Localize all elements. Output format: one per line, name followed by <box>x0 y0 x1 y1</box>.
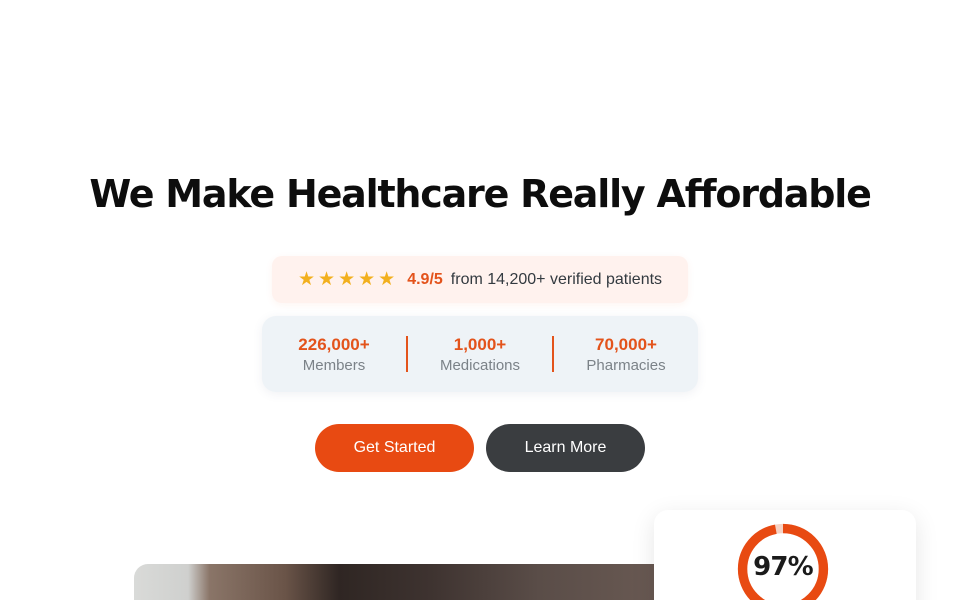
stat-medications: 1,000+ Medications <box>408 335 552 374</box>
stat-label: Pharmacies <box>586 356 666 374</box>
star-icon: ★ <box>318 268 336 290</box>
stat-value: 70,000+ <box>595 334 657 354</box>
satisfaction-percent: 97% <box>753 552 814 582</box>
stat-value: 1,000+ <box>453 334 507 354</box>
satisfaction-card: 97% <box>654 510 916 600</box>
stat-label: Medications <box>439 356 521 374</box>
star-rating: ★ ★ ★ ★ ★ <box>298 270 395 289</box>
get-started-button[interactable]: Get Started <box>315 424 474 472</box>
stat-members: 226,000+ Members <box>262 335 406 374</box>
stats-card: 226,000+ Members 1,000+ Medications 70,0… <box>262 316 698 392</box>
learn-more-button[interactable]: Learn More <box>486 424 645 472</box>
star-icon: ★ <box>378 268 396 290</box>
hero-photo <box>134 564 674 600</box>
stat-label: Members <box>302 356 366 374</box>
rating-badge: ★ ★ ★ ★ ★ 4.9/5 from 14,200+ verified pa… <box>272 256 688 303</box>
stat-value: 226,000+ <box>298 334 370 354</box>
star-icon: ★ <box>297 268 316 290</box>
star-icon: ★ <box>358 268 376 290</box>
rating-description: from 14,200+ verified patients <box>450 270 663 288</box>
landing-page: We Make Healthcare Really Affordable ★ ★… <box>0 0 960 600</box>
stat-pharmacies: 70,000+ Pharmacies <box>554 335 698 374</box>
page-headline: We Make Healthcare Really Affordable <box>89 172 872 216</box>
rating-score: 4.9/5 <box>407 270 443 288</box>
star-icon: ★ <box>338 268 356 290</box>
